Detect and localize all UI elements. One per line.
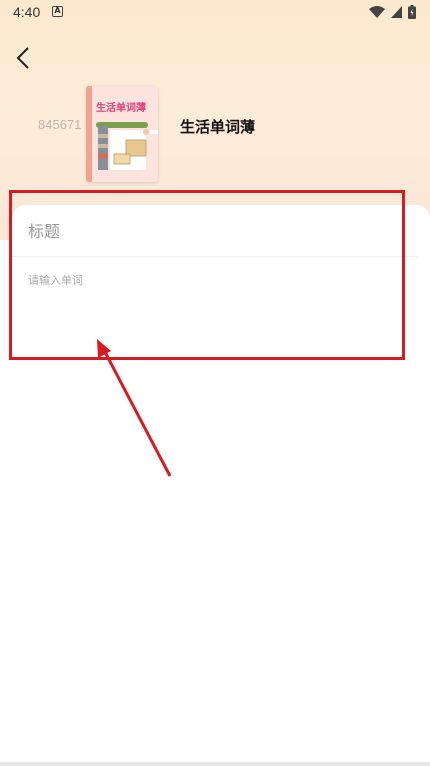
cover-illustration xyxy=(96,122,158,170)
chevron-left-icon xyxy=(16,47,29,69)
book-id-text: 845671 xyxy=(38,117,82,132)
wifi-icon xyxy=(369,6,385,18)
divider xyxy=(12,256,418,257)
status-bar: 4:40 A xyxy=(0,0,430,24)
back-button[interactable] xyxy=(12,44,36,72)
title-input[interactable] xyxy=(28,216,398,246)
notification-icon: A xyxy=(52,6,63,17)
battery-icon xyxy=(408,5,416,19)
status-time: 4:40 xyxy=(13,4,41,20)
word-input[interactable] xyxy=(28,272,398,342)
bottom-edge xyxy=(0,762,430,766)
status-icons xyxy=(369,5,416,19)
signal-icon xyxy=(391,6,402,18)
book-name: 生活单词薄 xyxy=(180,118,256,136)
book-cover[interactable]: 生活单词薄 xyxy=(86,86,158,182)
